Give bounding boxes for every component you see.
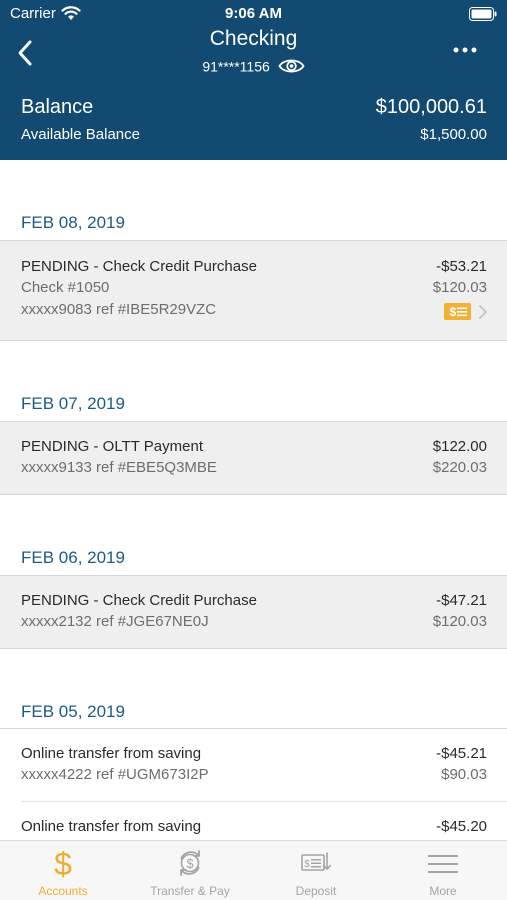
svg-text:$: $	[54, 847, 72, 879]
transaction-ref: xxxxx2132 ref #JGE67NE0J	[21, 613, 209, 630]
transaction-row[interactable]: PENDING - Check Credit Purchase -$47.21 …	[0, 575, 507, 649]
status-time: 9:06 AM	[225, 5, 282, 22]
transaction-amount: -$53.21	[436, 258, 487, 275]
tab-label: Accounts	[38, 884, 88, 898]
balance-label: Balance	[21, 96, 94, 118]
date-header: FEB 06, 2019	[21, 548, 125, 567]
transaction-ref: xxxxx9083 ref #IBE5R29VZC	[21, 301, 217, 318]
transaction-amount: -$45.21	[436, 745, 487, 762]
transaction-ref: xxxxx4222 ref #UGM673I2P	[21, 766, 209, 783]
running-balance: $220.03	[432, 459, 487, 476]
tab-label: More	[429, 884, 457, 898]
transaction-row[interactable]: Online transfer from saving -$45.20	[0, 802, 507, 840]
menu-icon	[428, 855, 458, 873]
balance-value: $100,000.61	[375, 96, 487, 118]
transaction-title: Online transfer from saving	[21, 745, 202, 762]
transaction-title: PENDING - Check Credit Purchase	[21, 592, 257, 609]
running-balance: $120.03	[432, 279, 487, 296]
available-balance-label: Available Balance	[21, 126, 140, 143]
tab-label: Deposit	[295, 884, 337, 898]
svg-text:$: $	[304, 859, 310, 870]
tab-transfer-pay[interactable]: $ Transfer & Pay	[127, 841, 253, 900]
check-image-icon[interactable]: $	[444, 303, 471, 320]
date-header: FEB 07, 2019	[21, 394, 125, 413]
running-balance: $90.03	[441, 766, 487, 783]
date-header: FEB 05, 2019	[21, 702, 125, 721]
account-number: 91****1156	[202, 58, 270, 75]
date-header: FEB 08, 2019	[21, 213, 125, 232]
account-header: Carrier 9:06 AM Checking 91****1156 Bala…	[0, 0, 507, 160]
transaction-ref: xxxxx9133 ref #EBE5Q3MBE	[21, 459, 217, 476]
transaction-amount: -$45.20	[436, 818, 487, 835]
tab-accounts[interactable]: $ Accounts	[0, 841, 126, 900]
page-title: Checking	[209, 27, 298, 50]
transaction-amount: -$47.21	[436, 592, 487, 609]
status-bar: Carrier 9:06 AM	[0, 0, 507, 28]
transaction-row[interactable]: PENDING - OLTT Payment $122.00 xxxxx9133…	[0, 421, 507, 495]
dollar-icon: $	[54, 847, 72, 879]
eye-icon[interactable]	[278, 57, 305, 75]
transaction-title: PENDING - Check Credit Purchase	[21, 258, 257, 275]
check-number: Check #1050	[21, 279, 110, 296]
available-balance-value: $1,500.00	[420, 126, 487, 143]
more-options-icon[interactable]	[453, 46, 477, 54]
transfer-icon: $	[180, 850, 200, 876]
svg-text:$: $	[186, 856, 194, 871]
chevron-right-icon[interactable]	[478, 304, 488, 320]
transaction-title: PENDING - OLTT Payment	[21, 438, 203, 455]
tab-bar: $ Accounts $ Transfer & Pay $ Deposit Mo…	[0, 840, 507, 900]
transaction-row[interactable]: PENDING - Check Credit Purchase -$53.21 …	[0, 240, 507, 341]
tab-more[interactable]: More	[380, 841, 506, 900]
battery-icon	[469, 7, 497, 21]
transaction-title: Online transfer from saving	[21, 818, 202, 835]
tab-deposit[interactable]: $ Deposit	[253, 841, 379, 900]
transaction-row[interactable]: Online transfer from saving -$45.21 xxxx…	[0, 729, 507, 802]
transaction-amount: $122.00	[432, 438, 487, 455]
tab-label: Transfer & Pay	[150, 884, 230, 898]
svg-text:$: $	[450, 305, 457, 319]
transaction-list[interactable]: FEB 08, 2019 PENDING - Check Credit Purc…	[0, 160, 507, 840]
check-deposit-icon: $	[301, 852, 331, 871]
running-balance: $120.03	[432, 613, 487, 630]
account-number-row: 91****1156	[0, 57, 507, 77]
